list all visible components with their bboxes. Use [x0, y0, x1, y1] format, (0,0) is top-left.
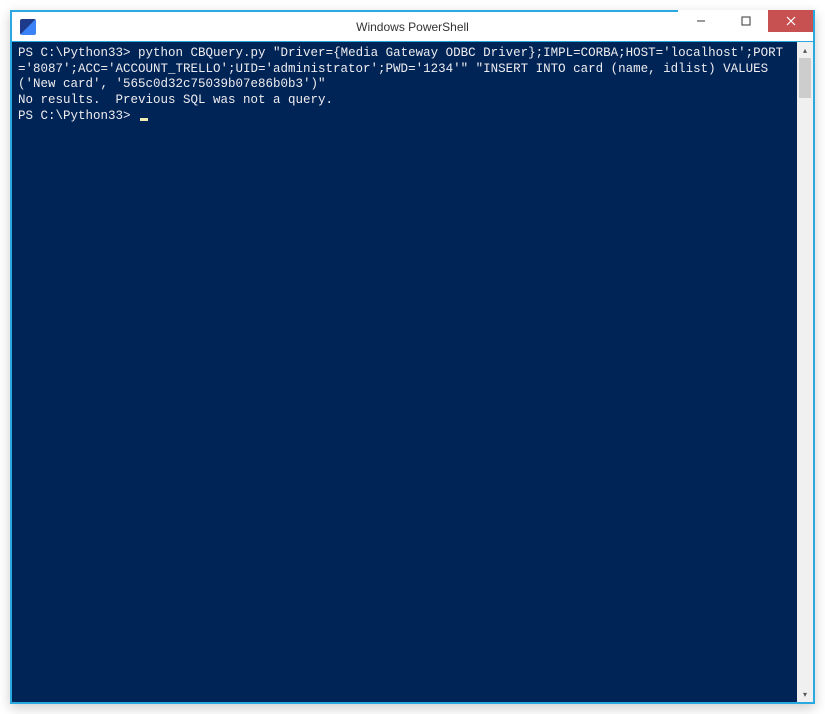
close-icon [786, 16, 796, 26]
terminal-output[interactable]: PS C:\Python33> python CBQuery.py "Drive… [12, 42, 797, 702]
cursor-icon [140, 118, 148, 121]
prompt: PS C:\Python33> [18, 109, 131, 123]
output-line: No results. Previous SQL was not a query… [18, 93, 333, 107]
app-icon [20, 19, 36, 35]
maximize-icon [741, 16, 751, 26]
powershell-window: Windows PowerShell PS C:\Python33> pytho… [10, 10, 815, 704]
terminal-container: PS C:\Python33> python CBQuery.py "Drive… [12, 42, 813, 702]
vertical-scrollbar[interactable]: ▴ ▾ [797, 42, 813, 702]
scroll-track[interactable] [797, 58, 813, 686]
scroll-down-button[interactable]: ▾ [797, 686, 813, 702]
command-text: python CBQuery.py "Driver={Media Gateway… [18, 46, 783, 91]
title-bar[interactable]: Windows PowerShell [12, 12, 813, 42]
window-controls [678, 12, 813, 41]
prompt: PS C:\Python33> [18, 46, 131, 60]
minimize-icon [696, 16, 706, 26]
scroll-up-button[interactable]: ▴ [797, 42, 813, 58]
minimize-button[interactable] [678, 10, 723, 32]
maximize-button[interactable] [723, 10, 768, 32]
scroll-thumb[interactable] [799, 58, 811, 98]
window-title: Windows PowerShell [356, 20, 469, 34]
close-button[interactable] [768, 10, 813, 32]
